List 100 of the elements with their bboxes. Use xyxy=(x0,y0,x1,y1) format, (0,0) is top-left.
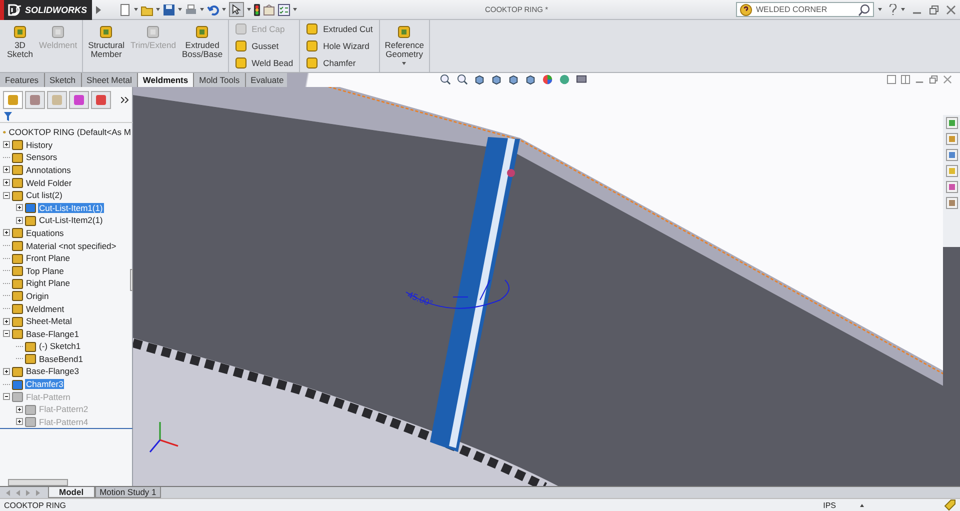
caret-icon[interactable] xyxy=(200,8,204,11)
search-icon[interactable] xyxy=(858,4,870,16)
close-icon[interactable] xyxy=(943,75,952,84)
caret-icon[interactable] xyxy=(222,8,226,11)
tree-item[interactable]: (-) Sketch1 xyxy=(38,341,82,352)
command-tab[interactable]: Mold Tools xyxy=(194,72,246,87)
tool-icon xyxy=(306,23,318,35)
command-tab[interactable]: Features xyxy=(0,72,45,87)
ribbon-button[interactable]: Weld Bead xyxy=(232,56,296,70)
caret-icon[interactable] xyxy=(878,8,882,11)
task-pane-icon[interactable] xyxy=(946,116,958,129)
command-tab[interactable]: Sheet Metal xyxy=(82,72,138,87)
filter-field[interactable] xyxy=(0,110,133,123)
command-tab[interactable]: Weldments xyxy=(138,72,194,87)
panel-tab[interactable] xyxy=(91,90,111,109)
view-cube-icon[interactable] xyxy=(508,74,519,86)
panel-tab[interactable] xyxy=(25,90,45,109)
ribbon-button[interactable]: Extruded Cut xyxy=(304,22,375,36)
tree-item[interactable]: History xyxy=(25,140,54,150)
expand-toggle[interactable] xyxy=(16,204,23,212)
panel-tab[interactable] xyxy=(69,90,89,109)
tree-item[interactable]: Weldment xyxy=(25,304,66,314)
search-field[interactable]: WELDED CORNER xyxy=(736,2,874,17)
caret-icon[interactable] xyxy=(901,8,905,11)
chevron-icon[interactable] xyxy=(121,96,129,103)
tree-item[interactable]: Chamfer3 xyxy=(25,379,64,390)
tree-item[interactable]: Top Plane xyxy=(25,266,65,276)
tree-item[interactable]: Origin xyxy=(25,290,50,301)
appearance-sphere-icon[interactable] xyxy=(542,74,553,86)
tree-item[interactable]: Right Plane xyxy=(25,278,71,288)
split-view-icon[interactable] xyxy=(887,75,896,84)
ribbon-button[interactable]: Gusset xyxy=(232,38,296,53)
ribbon-button[interactable]: 3D Sketch xyxy=(4,23,36,69)
save-icon[interactable] xyxy=(163,4,175,16)
tree-root[interactable]: COOKTOP RING (Default<As M xyxy=(8,127,132,138)
units-label[interactable]: IPS xyxy=(823,500,836,510)
traffic-light-icon[interactable] xyxy=(254,4,260,16)
caret-icon[interactable] xyxy=(293,8,297,11)
tree-item[interactable]: Material <not specified> xyxy=(25,240,118,251)
undo-icon[interactable] xyxy=(207,4,219,16)
tree-item[interactable]: Cut-List-Item1(1) xyxy=(38,202,104,213)
new-document-icon[interactable] xyxy=(119,4,131,16)
select-button[interactable] xyxy=(229,2,244,17)
expand-arrow-icon[interactable] xyxy=(96,6,101,14)
tree-item[interactable]: Base-Flange1 xyxy=(25,328,80,339)
caret-icon[interactable] xyxy=(134,8,138,11)
restore-icon[interactable] xyxy=(929,4,939,14)
task-pane-icon[interactable] xyxy=(946,132,958,145)
restore-icon[interactable] xyxy=(929,75,938,84)
caret-icon[interactable] xyxy=(156,8,160,11)
caret-up-icon[interactable] xyxy=(860,504,864,506)
ribbon-button[interactable]: Reference Geometry xyxy=(382,23,427,69)
tree-item[interactable]: Front Plane xyxy=(25,253,71,264)
expand-toggle[interactable] xyxy=(3,166,10,174)
folder-icon[interactable] xyxy=(141,4,153,16)
help-icon[interactable] xyxy=(889,4,897,15)
expand-toggle[interactable] xyxy=(3,192,10,199)
ribbon-button[interactable]: Structural Member xyxy=(85,23,128,69)
ribbon-button[interactable]: Extruded Boss/Base xyxy=(179,23,226,69)
panel-splitter-handle[interactable] xyxy=(130,268,133,291)
zoom-area-icon[interactable] xyxy=(457,74,468,86)
expand-toggle[interactable] xyxy=(3,318,10,325)
expand-toggle[interactable] xyxy=(3,229,10,236)
split-view-icon[interactable] xyxy=(901,75,910,84)
caret-icon[interactable] xyxy=(247,8,251,11)
command-tab[interactable]: Sketch xyxy=(44,72,82,87)
ribbon-button[interactable]: Hole Wizard xyxy=(304,38,375,53)
tree-item[interactable]: Equations xyxy=(25,228,65,238)
tree-item[interactable]: BaseBend1 xyxy=(38,354,84,364)
tree-item[interactable]: Cut list(2) xyxy=(25,190,64,200)
tree-item[interactable]: Weld Folder xyxy=(25,178,73,188)
caret-icon[interactable] xyxy=(178,8,182,11)
tree-item[interactable]: Cut-List-Item2(1) xyxy=(38,215,104,226)
close-icon[interactable] xyxy=(946,4,956,14)
monitor-icon[interactable] xyxy=(576,74,587,86)
checklist-icon[interactable] xyxy=(278,4,290,16)
task-pane-icon[interactable] xyxy=(946,196,958,209)
task-pane-icon[interactable] xyxy=(946,148,958,161)
expand-toggle[interactable] xyxy=(3,141,10,148)
printer-icon[interactable] xyxy=(185,4,197,16)
expand-toggle[interactable] xyxy=(3,330,10,338)
view-cube-icon[interactable] xyxy=(525,74,536,86)
options-icon[interactable] xyxy=(263,4,275,16)
ribbon-button[interactable]: Chamfer xyxy=(304,56,375,70)
expand-toggle[interactable] xyxy=(3,368,10,375)
view-cube-icon[interactable] xyxy=(474,74,485,86)
scrollbar-thumb[interactable] xyxy=(8,478,68,486)
bottom-tab[interactable]: Model xyxy=(48,487,95,498)
bottom-tab[interactable]: Motion Study 1 xyxy=(94,487,162,498)
tree-item[interactable]: Sensors xyxy=(25,152,58,162)
expand-toggle[interactable] xyxy=(16,216,23,224)
view-cube-icon[interactable] xyxy=(491,74,502,86)
zoom-to-fit-icon[interactable] xyxy=(440,74,451,86)
tree-item[interactable]: Sheet-Metal xyxy=(25,316,73,326)
scene-icon[interactable] xyxy=(559,74,570,86)
task-pane-icon[interactable] xyxy=(946,180,958,193)
expand-toggle[interactable] xyxy=(3,179,10,186)
tree-item[interactable]: Base-Flange3 xyxy=(25,366,80,376)
tree-item[interactable]: Annotations xyxy=(25,164,72,175)
task-pane-icon[interactable] xyxy=(946,164,958,177)
